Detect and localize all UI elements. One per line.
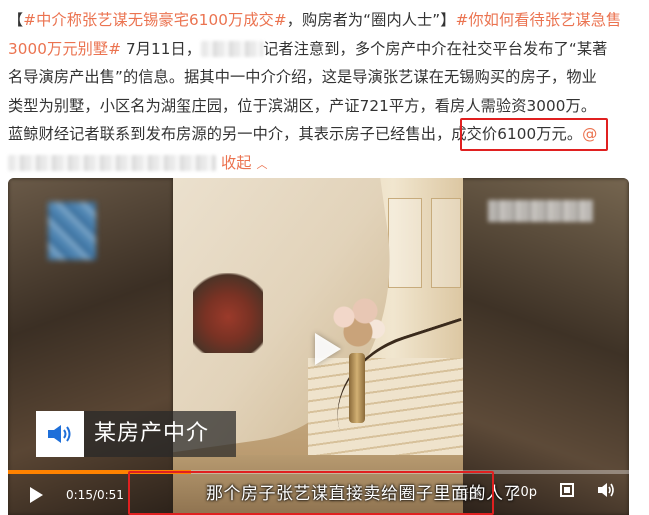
frame-wall-panel	[388, 198, 422, 288]
speaker-icon	[36, 411, 84, 457]
blurred-text-watermark	[488, 200, 593, 222]
collapse-button[interactable]: 收起 ︿	[221, 154, 268, 172]
post-text-intro: 记者注意到，多个房产中介在社交平台发布了“某著	[263, 39, 608, 58]
redacted-mention	[8, 155, 216, 171]
mention-at-sign[interactable]: @	[582, 125, 597, 143]
video-blur-right	[459, 178, 629, 515]
title-middle-text: ，购房者为“圈内人士”】	[286, 11, 456, 29]
speaker-badge: 某房产中介	[36, 411, 236, 457]
redacted-source-name	[201, 41, 264, 57]
progress-fill	[8, 470, 191, 474]
center-play-button[interactable]	[304, 328, 346, 370]
video-subtitle: 那个房子张艺谋直接卖给圈子里面的人了	[206, 484, 521, 504]
play-circle-icon	[315, 333, 341, 365]
post-line-6: 收起 ︿	[8, 149, 644, 178]
post-line-3: 名导演房产出售”的信息。据其中一中介介绍，这是导演张艺谋在无锡购买的房子，物业	[8, 68, 597, 86]
chevron-up-icon: ︿	[256, 157, 268, 171]
post-line-5: 蓝鲸财经记者联系到发布房源的另一中介，其表示房子已经售出，成交价6100万元。@	[8, 120, 644, 149]
post-date: 7月11日，	[125, 39, 202, 58]
post-line-4: 类型为别墅，小区名为湖玺庄园，位于滨湖区，产证721平方，看房人需验资3000万…	[8, 96, 597, 115]
bracket-open: 【	[8, 11, 24, 29]
frame-wall-panel	[431, 198, 461, 288]
post-text-agent-contact: 蓝鲸财经记者联系到发布房源的另一中介，其表示房子已经售出	[8, 125, 437, 143]
collapse-label: 收起	[220, 153, 252, 172]
frame-mural	[193, 273, 263, 353]
topic-link-urgent-sale-part2[interactable]: 3000万元别墅#	[8, 40, 121, 58]
topic-link-zhangyimou-mansion[interactable]: #中介称张艺谋无锡豪宅6100万成交#	[23, 11, 286, 29]
post-body: 【#中介称张艺谋无锡豪宅6100万成交#，购房者为“圈内人士”】#你如何看待张艺…	[8, 6, 644, 177]
post-line-2: 3000万元别墅# 7月11日， 记者注意到，多个房产中介在社交平台发布了“某著	[8, 35, 644, 64]
blurred-logo-watermark	[48, 202, 96, 260]
post-line-1: 【#中介称张艺谋无锡豪宅6100万成交#，购房者为“圈内人士”】#你如何看待张艺…	[8, 6, 644, 35]
progress-bar[interactable]	[8, 470, 629, 474]
topic-link-urgent-sale-part1[interactable]: #你如何看待张艺谋急售	[456, 11, 622, 29]
frame-vase-stand	[349, 353, 365, 423]
deal-price-text: ，成交价6100万元。	[436, 125, 583, 143]
speaker-badge-label: 某房产中介	[84, 411, 236, 457]
video-player[interactable]: 某房产中介 0:15/0:51 倍速 720p 那个房子张艺谋直接卖给圈子里面的…	[8, 178, 629, 515]
